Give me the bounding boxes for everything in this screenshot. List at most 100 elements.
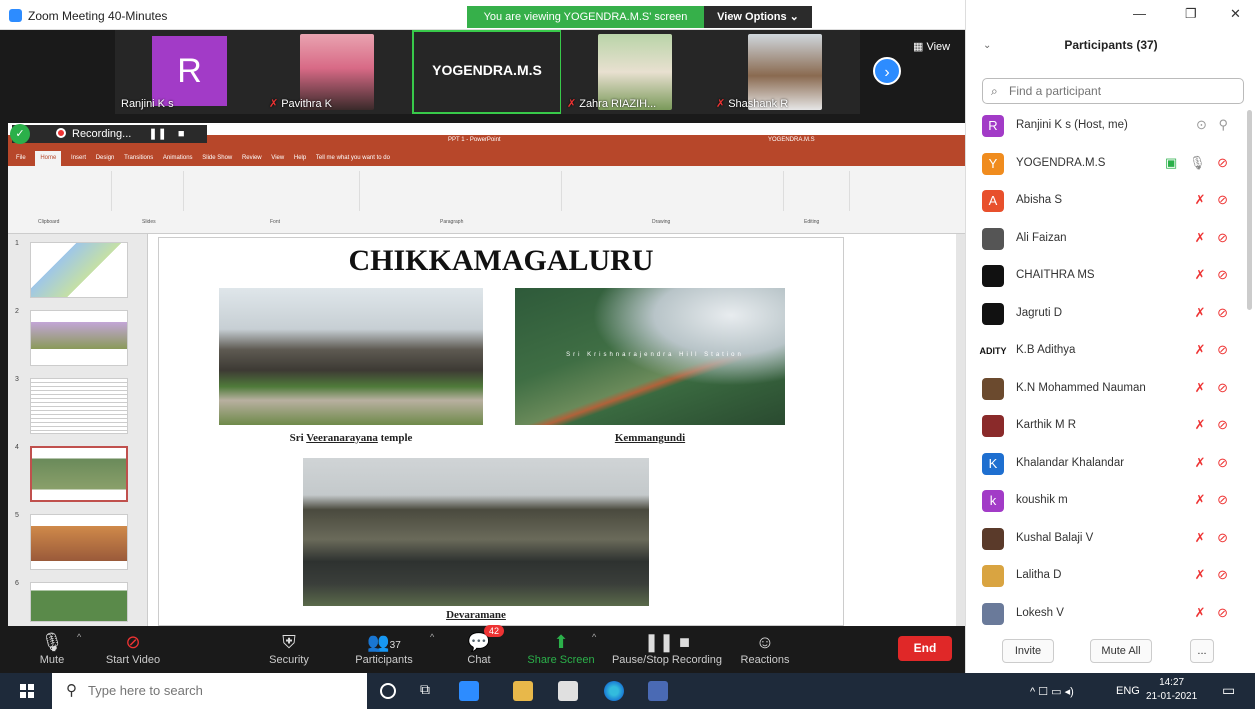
video-tile-active-speaker[interactable]: YOGENDRA.M.S: [412, 30, 562, 114]
slide-thumbnail-4-selected[interactable]: [30, 446, 128, 502]
participant-row[interactable]: K Khalandar Khalandar ✗ ⊘: [966, 446, 1246, 484]
participant-row[interactable]: R Ranjini K s (Host, me) ⊙ ⚲: [966, 108, 1246, 146]
slide-thumbnail-1[interactable]: [30, 242, 128, 298]
thumb-number: 2: [15, 308, 19, 315]
pause-stop-recording-button[interactable]: ❚❚ ■ Pause/Stop Recording: [610, 630, 724, 666]
recording-button-label: Pause/Stop Recording: [611, 654, 723, 666]
store-icon[interactable]: [558, 681, 578, 701]
participants-button[interactable]: 👥37 Participants: [350, 630, 418, 666]
mute-all-button[interactable]: Mute All: [1090, 639, 1152, 663]
clock-date: 21-01-2021: [1146, 691, 1198, 702]
participant-row[interactable]: Kushal Balaji V ✗ ⊘: [966, 521, 1246, 559]
file-explorer-icon[interactable]: [513, 681, 533, 701]
view-options-button[interactable]: View Options ⌄: [704, 6, 812, 28]
participants-options-caret[interactable]: ^: [430, 632, 434, 642]
participants-panel: — ❐ ✕ ⌄ Participants (37) ⌕ RRanjini K s…: [965, 0, 1255, 673]
participant-row[interactable]: Lokesh V ✗ ⊘: [966, 596, 1246, 634]
taskbar-search[interactable]: ⚲: [52, 673, 367, 709]
task-view-icon[interactable]: ⧉: [420, 681, 440, 701]
video-tile-zahra[interactable]: ✗ Zahra RIAZIH...: [561, 30, 711, 114]
participant-row[interactable]: CHAITHRA MS ✗ ⊘: [966, 258, 1246, 296]
tile-name-text: Zahra RIAZIH...: [579, 98, 657, 110]
mute-options-caret[interactable]: ^: [77, 632, 81, 642]
participant-search[interactable]: ⌕: [982, 78, 1244, 104]
muted-mic-and-video-icons: ✗ ⊘: [1194, 567, 1232, 582]
video-tile-pavithra[interactable]: ✗ Pavithra K: [263, 30, 413, 114]
slide-thumbnail-2[interactable]: [30, 310, 128, 366]
caption-text: Sri: [289, 432, 307, 444]
pause-icon[interactable]: ❚❚: [148, 128, 166, 140]
close-icon[interactable]: ✕: [1230, 6, 1241, 22]
language-indicator[interactable]: ENG: [1116, 685, 1140, 697]
participant-row[interactable]: k koushik m ✗ ⊘: [966, 483, 1246, 521]
slide-thumbnail-3[interactable]: [30, 378, 128, 434]
current-slide: CHIKKAMAGALURU Sri Veeranarayana temple …: [158, 237, 844, 626]
avatar: R: [152, 36, 227, 106]
start-video-button[interactable]: ⊘ Start Video: [98, 630, 168, 666]
participant-name: Lokesh V: [1016, 606, 1064, 619]
participant-row[interactable]: A Abisha S ✗ ⊘: [966, 183, 1246, 221]
caption-devaramane: Devaramane: [303, 609, 649, 621]
system-tray-icons[interactable]: ^ ☐ ▭ ◂): [1030, 685, 1074, 698]
end-meeting-button[interactable]: End: [898, 636, 952, 661]
recording-label: Recording...: [72, 128, 132, 140]
record-dot-icon: [56, 128, 66, 138]
participant-row[interactable]: Jagruti D ✗ ⊘: [966, 296, 1246, 334]
video-tile-shashank[interactable]: ✗ Shashank R: [710, 30, 860, 114]
zoom-taskbar-icon[interactable]: [459, 681, 479, 701]
slide-thumbnail-6[interactable]: [30, 582, 128, 622]
windows-start-icon[interactable]: [20, 684, 34, 698]
share-screen-button[interactable]: ⬆ Share Screen: [525, 630, 597, 666]
video-off-icon: ⊘: [125, 632, 141, 652]
participant-avatar: [982, 565, 1004, 587]
ppt-ribbon: Clipboard Slides Font Paragraph Drawing …: [8, 166, 965, 234]
mute-label: Mute: [39, 654, 65, 666]
edge-icon[interactable]: [604, 681, 624, 701]
thumb-number: 4: [15, 444, 19, 451]
participants-scrollbar[interactable]: [1247, 110, 1252, 310]
security-label: Security: [269, 654, 309, 666]
minimize-icon[interactable]: —: [1133, 6, 1146, 21]
taskbar-search-input[interactable]: [88, 683, 348, 698]
muted-mic-and-video-icons: ✗ ⊘: [1194, 304, 1232, 320]
participant-name: Ranjini K s (Host, me): [1016, 119, 1128, 131]
reactions-button[interactable]: ☺ Reactions: [738, 630, 792, 666]
ppt-tab: Home: [35, 151, 62, 166]
participant-name: Kushal Balaji V: [1016, 531, 1094, 544]
invite-button[interactable]: Invite: [1002, 639, 1054, 663]
taskbar-clock[interactable]: 14:27 21-01-2021: [1146, 676, 1197, 704]
ppt-scrollbar[interactable]: [956, 234, 965, 626]
participant-row[interactable]: Lalitha D ✗ ⊘: [966, 558, 1246, 596]
view-button[interactable]: ▦ View: [913, 40, 950, 53]
participants-footer: Invite Mute All ...: [966, 633, 1255, 673]
stop-icon[interactable]: ■: [178, 128, 185, 140]
participant-search-input[interactable]: [983, 79, 1243, 103]
participant-row[interactable]: Karthik M R ✗ ⊘: [966, 408, 1246, 446]
muted-mic-icon: ✗: [269, 98, 279, 110]
mute-button[interactable]: 🎙 Mute: [35, 630, 69, 666]
participant-name: Abisha S: [1016, 194, 1063, 206]
ppt-tab: Slide Show: [202, 155, 233, 161]
cortana-icon[interactable]: [380, 683, 396, 699]
ppt-tab: File: [16, 155, 26, 161]
reactions-icon: ☺: [755, 632, 775, 652]
windows-taskbar: ⚲ ⧉ ^ ☐ ▭ ◂) ENG 14:27 21-01-2021 ▭: [0, 673, 1255, 709]
ribbon-clipboard: [12, 171, 112, 211]
participant-row[interactable]: ADITY K.B Adithya ✗ ⊘: [966, 333, 1246, 371]
share-options-caret[interactable]: ^: [592, 632, 596, 642]
muted-mic-and-video-icons: ✗ ⊘: [1194, 417, 1232, 432]
participant-row[interactable]: Y YOGENDRA.M.S ▣ 🎙 ⊘: [966, 146, 1246, 184]
slide-thumbnail-5[interactable]: [30, 514, 128, 570]
maximize-icon[interactable]: ❐: [1185, 6, 1197, 22]
security-button[interactable]: ⛨ Security: [262, 630, 316, 666]
video-tile-ranjini[interactable]: R Ranjini K s: [115, 30, 265, 114]
participant-row[interactable]: Ali Faizan ✗ ⊘: [966, 221, 1246, 259]
participant-name: K.N Mohammed Nauman: [1016, 381, 1146, 394]
notifications-icon[interactable]: ▭: [1222, 682, 1235, 699]
ppt-tab: View: [271, 155, 285, 161]
more-button[interactable]: ...: [1190, 639, 1214, 663]
app-icon[interactable]: [648, 681, 668, 701]
participant-row[interactable]: K.N Mohammed Nauman ✗ ⊘: [966, 371, 1246, 409]
muted-mic-and-video-icons: ✗ ⊘: [1194, 342, 1232, 357]
next-page-button[interactable]: ›: [873, 57, 901, 85]
